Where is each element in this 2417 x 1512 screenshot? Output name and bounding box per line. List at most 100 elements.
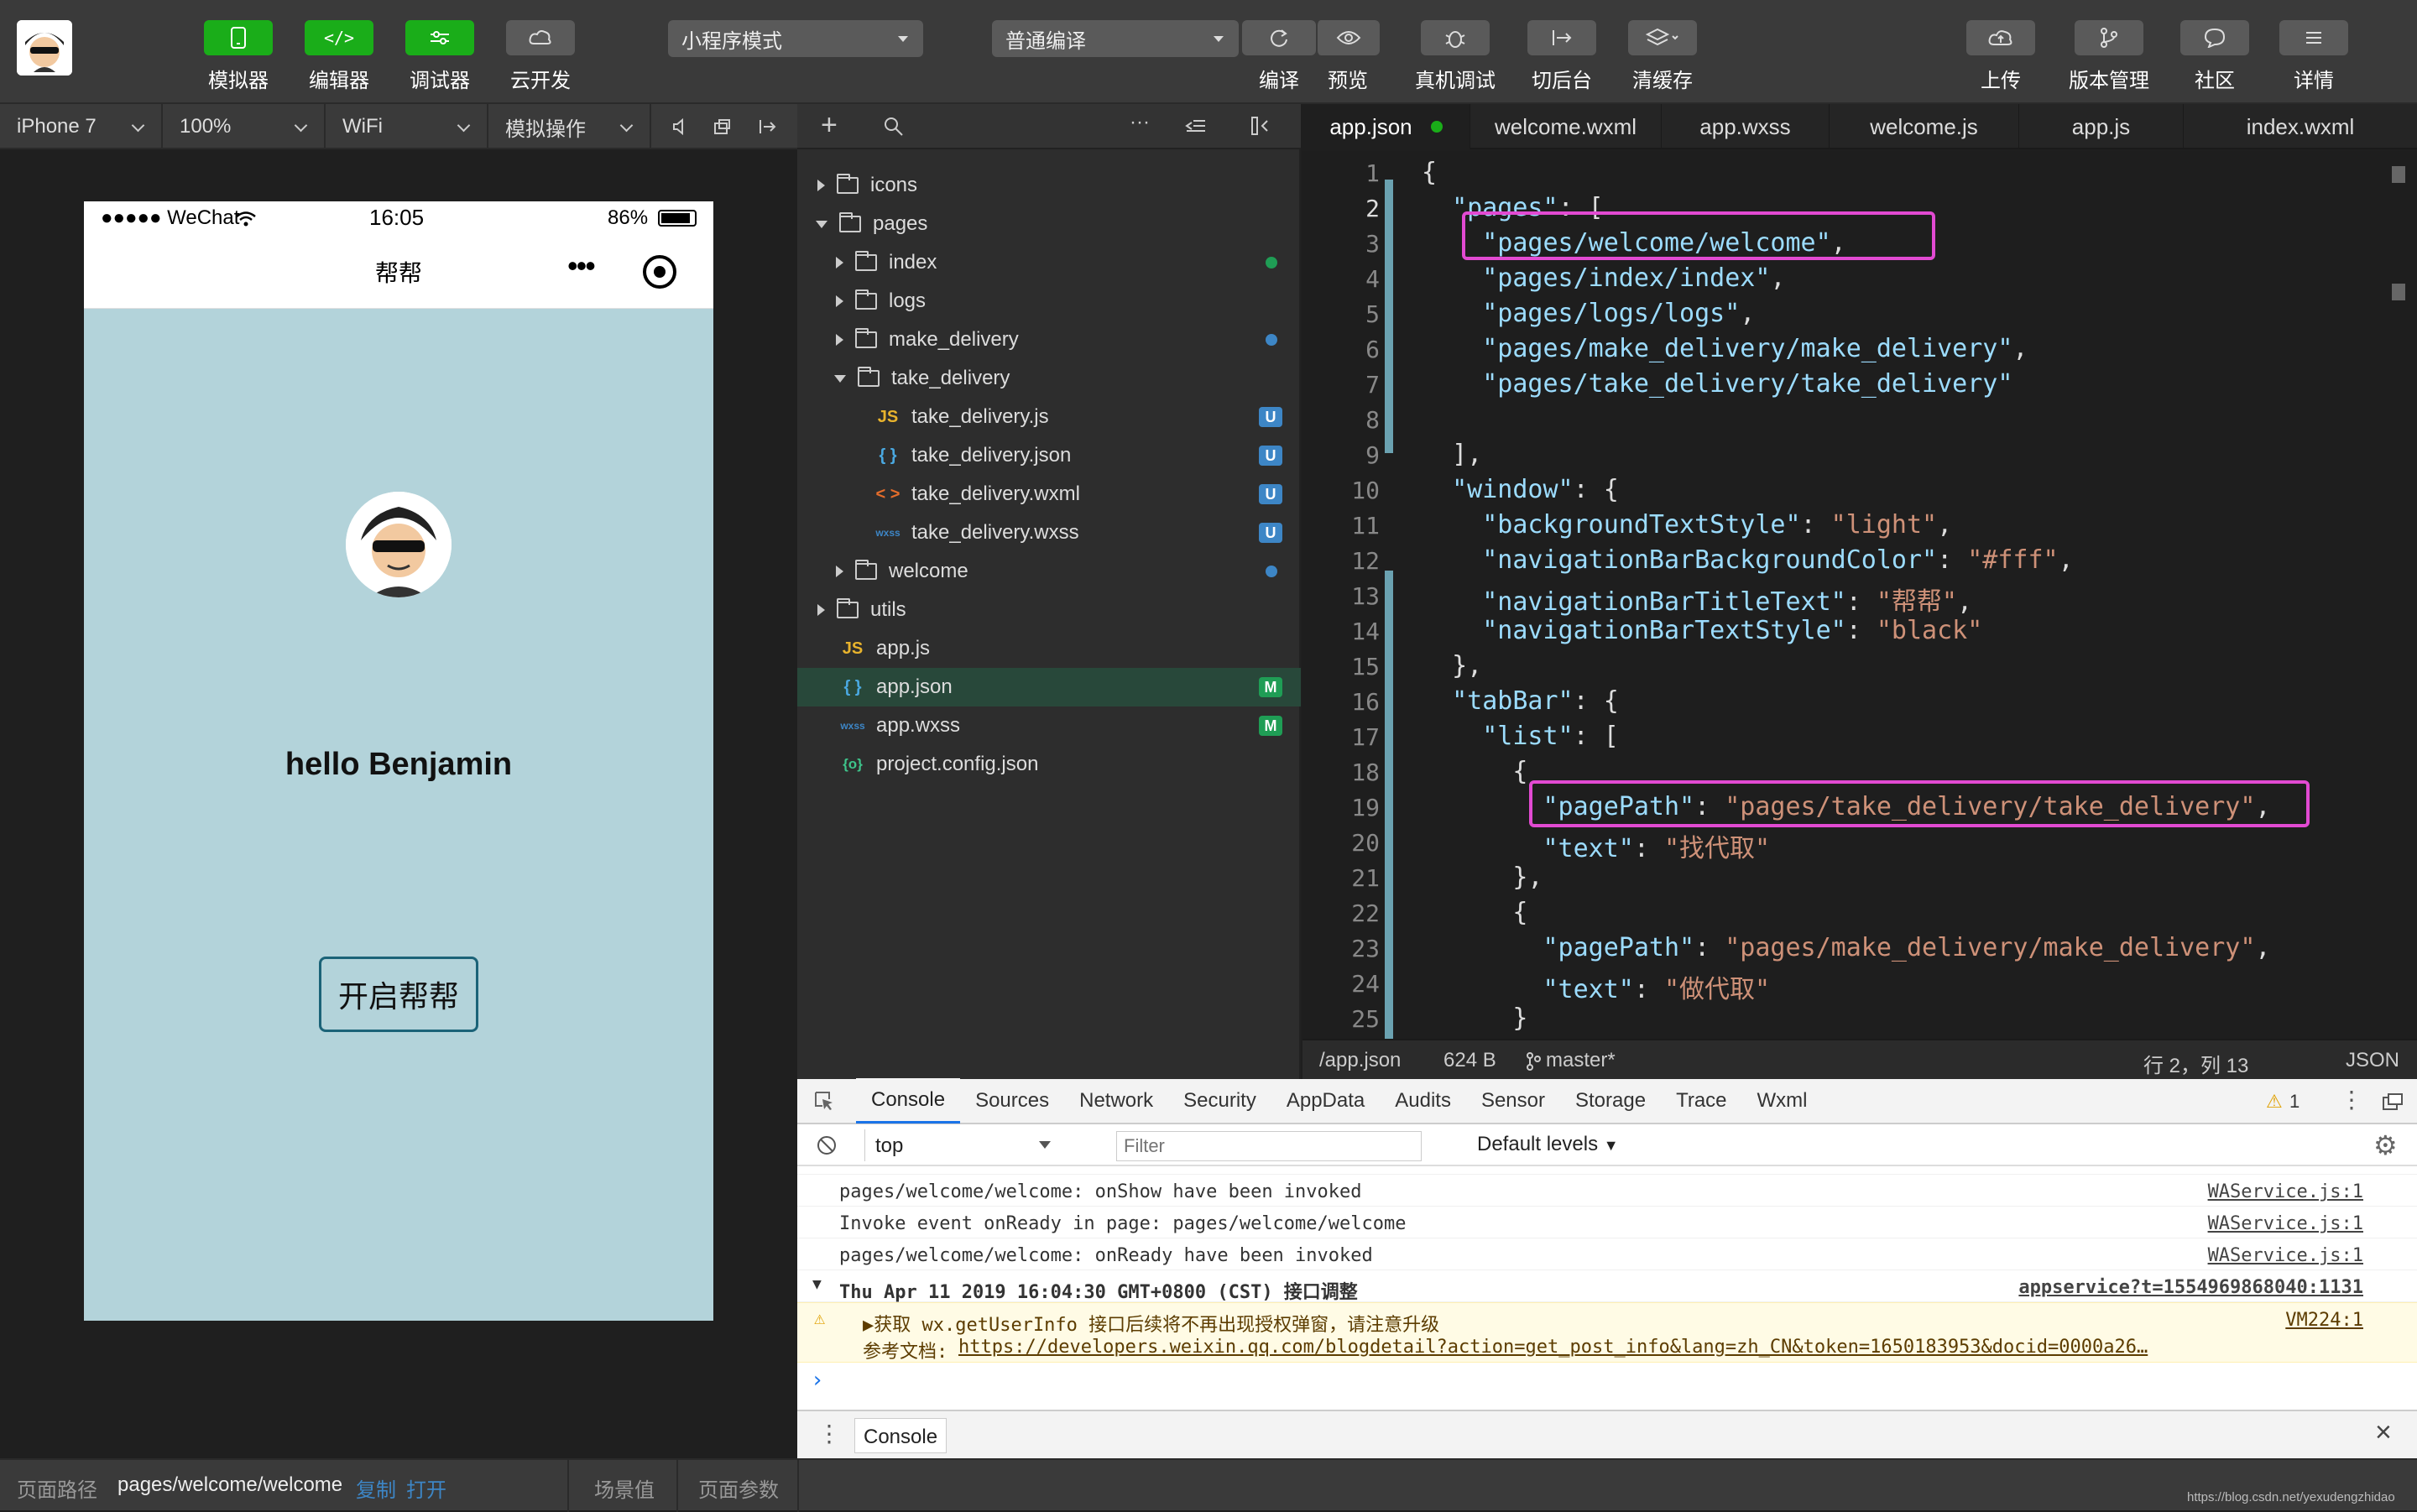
tab-app-js[interactable]: app.js [2019,104,2184,149]
add-file-icon[interactable]: + [821,109,838,142]
console-filter-input[interactable] [1116,1131,1422,1161]
detach-icon[interactable] [758,118,776,135]
compile-button[interactable] [1242,20,1316,55]
log-group-header[interactable]: ▼ Thu Apr 11 2019 16:04:30 GMT+0800 (CST)… [797,1270,2417,1303]
start-button[interactable]: 开启帮帮 [319,957,478,1032]
clear-cache-button[interactable] [1628,20,1697,55]
rotate-icon[interactable] [713,118,732,135]
language-mode[interactable]: JSON [2346,1049,2399,1072]
version-control-button[interactable] [2075,20,2143,55]
devtools-tab-sources[interactable]: Sources [960,1078,1064,1124]
upload-button[interactable] [1966,20,2035,55]
volume-icon[interactable] [672,118,687,135]
tree-item-label: take_delivery.json [911,444,1072,467]
scene-value-button[interactable]: 场景值 [594,1473,655,1503]
cursor-position[interactable]: 行 2，列 13 [2143,1049,2248,1078]
log-source-link[interactable]: WAService.js:1 [2208,1245,2363,1266]
tree-file-app-wxss[interactable]: wxss app.wxss M [797,706,1301,745]
log-source-link[interactable]: VM224:1 [2285,1310,2363,1331]
devtools-menu-icon[interactable]: ⋮ [2340,1086,2363,1113]
preview-button[interactable] [1316,20,1380,55]
network-select[interactable]: WiFi [326,104,488,149]
compile-mode-select[interactable]: 普通编译 [992,20,1239,57]
tree-item-label: pages [873,212,928,235]
tree-folder-utils[interactable]: utils [797,591,1301,629]
context-select[interactable]: top [864,1129,1057,1161]
devtools-tab-network[interactable]: Network [1064,1078,1168,1124]
git-branch[interactable]: master* [1546,1049,1616,1072]
tree-folder-pages[interactable]: pages [797,205,1301,243]
warning-message[interactable]: ▶获取 wx.getUserInfo 接口后续将不再出现授权弹窗，请注意升级 [863,1310,1439,1337]
tab-welcome-js[interactable]: welcome.js [1830,104,2019,149]
warning-icon[interactable]: ⚠ [2266,1091,2283,1113]
line-number: 18 [1351,759,1380,786]
log-levels-select[interactable]: Default levels ▼ [1477,1133,1619,1156]
tab-app-wxss[interactable]: app.wxss [1662,104,1830,149]
bug-icon [1445,31,1465,48]
clear-console-icon[interactable] [816,1134,838,1156]
simulator-toggle-button[interactable] [204,20,273,55]
user-avatar[interactable] [17,20,72,76]
more-dots-icon[interactable]: ••• [567,248,596,284]
close-capsule-icon[interactable] [643,255,676,289]
tree-folder-icons[interactable]: icons [797,166,1301,205]
code-editor[interactable]: 1{2 "pages": [3 "pages/welcome/welcome",… [1302,151,2417,1039]
device-select[interactable]: iPhone 7 [0,104,163,149]
warning-doc-link[interactable]: https://developers.weixin.qq.com/blogdet… [958,1337,2148,1358]
open-path-link[interactable]: 打开 [406,1473,446,1503]
tree-file-take-delivery-wxss[interactable]: wxss take_delivery.wxss U [797,514,1301,552]
tab-index-wxml[interactable]: index.wxml [2184,104,2417,149]
close-drawer-icon[interactable]: × [2375,1416,2392,1449]
editor-toggle-button[interactable]: </> [305,20,373,55]
devtools-tab-storage[interactable]: Storage [1560,1078,1661,1124]
tree-file-app-json[interactable]: { } app.json M [797,668,1301,706]
cloud-dev-button[interactable] [506,20,575,55]
log-source-link[interactable]: WAService.js:1 [2208,1181,2363,1202]
page-params-button[interactable]: 页面参数 [698,1473,779,1503]
devtools-tab-security[interactable]: Security [1168,1078,1271,1124]
tab-app-json[interactable]: app.json [1302,104,1470,149]
log-source-link[interactable]: WAService.js:1 [2208,1213,2363,1234]
community-button[interactable] [2180,20,2249,55]
caret-down-icon: ▼ [1603,1137,1619,1154]
details-button[interactable] [2279,20,2348,55]
drawer-tab-console[interactable]: Console [854,1418,947,1453]
console-settings-gear-icon[interactable]: ⚙ [2373,1129,2398,1161]
devtools-tab-trace[interactable]: Trace [1661,1078,1741,1124]
devtools-tab-console[interactable]: Console [856,1078,961,1124]
tree-folder-welcome[interactable]: welcome [797,552,1301,591]
console-prompt[interactable]: › [797,1363,2417,1395]
search-icon[interactable] [883,116,905,138]
tree-file-app-js[interactable]: JS app.js [797,629,1301,668]
collapse-icon[interactable] [1185,117,1207,134]
log-source-link[interactable]: appservice?t=1554969868040:1131 [2018,1277,2363,1298]
tree-file-take-delivery-json[interactable]: { } take_delivery.json U [797,436,1301,475]
tree-folder-take-delivery[interactable]: take_delivery [797,359,1301,398]
tree-folder-index[interactable]: index [797,243,1301,282]
more-icon[interactable]: ··· [1130,111,1150,134]
devtools-tab-sensor[interactable]: Sensor [1466,1078,1560,1124]
inspect-element-icon[interactable] [812,1089,836,1113]
tree-file-take-delivery-js[interactable]: JS take_delivery.js U [797,398,1301,436]
tree-folder-logs[interactable]: logs [797,282,1301,321]
simulate-operation-select[interactable]: 模拟操作 [488,104,651,149]
mode-select[interactable]: 小程序模式 [668,20,923,57]
tree-file-take-delivery-wxml[interactable]: < > take_delivery.wxml U [797,475,1301,514]
drawer-menu-icon[interactable]: ⋮ [817,1420,841,1447]
copy-path-link[interactable]: 复制 [356,1473,396,1503]
tree-folder-make-delivery[interactable]: make_delivery [797,321,1301,359]
devtools-tab-audits[interactable]: Audits [1380,1078,1466,1124]
devtools-tab-appdata[interactable]: AppData [1271,1078,1380,1124]
tree-file-project-config[interactable]: {o} project.config.json [797,745,1301,784]
debugger-toggle-button[interactable] [405,20,474,55]
real-device-debug-button[interactable] [1421,20,1490,55]
phone-screen[interactable]: ●●●●● WeChat 16:05 86% 帮帮 ••• hello Benj… [84,201,713,1321]
panel-toggle-icon[interactable] [1250,116,1272,136]
tab-welcome-wxml[interactable]: welcome.wxml [1470,104,1662,149]
code-line: "pages/make_delivery/make_delivery", [1482,334,2028,363]
undock-icon[interactable] [2382,1092,2404,1111]
zoom-select[interactable]: 100% [163,104,326,149]
context-select-value: top [875,1134,904,1157]
switch-background-button[interactable] [1527,20,1596,55]
devtools-tab-wxml[interactable]: Wxml [1742,1078,1823,1124]
